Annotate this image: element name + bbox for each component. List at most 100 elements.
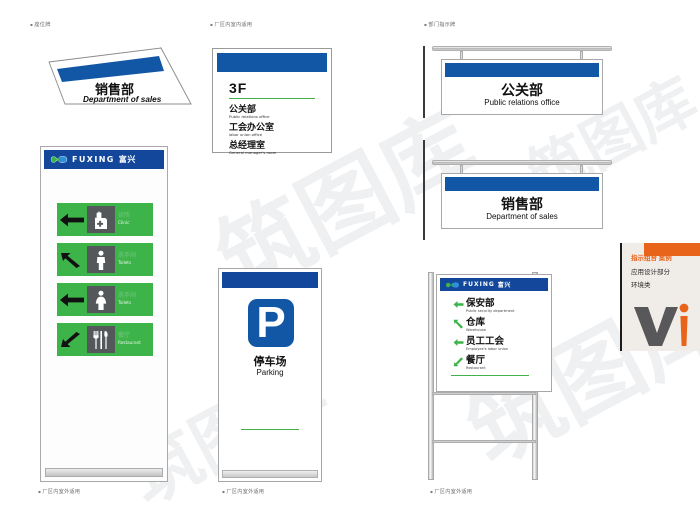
hanging-sign-public-relations: 公关部 Public relations office [423,46,612,118]
parking-label-en: Parking [256,368,284,377]
row-label-en: Public security department [466,309,515,313]
arrow-left-icon [57,212,87,228]
support-post [423,46,425,118]
row-label-en: Restaurant [466,366,486,370]
ceiling-rail [432,160,612,165]
panel-label-en: Clinic [118,220,130,225]
logo-wordmark: FUXING [72,155,115,164]
board-header-band: FUXING 富兴 [440,278,548,291]
panel-label: 洗手间 Toilets [115,293,136,306]
divider [451,375,529,376]
directory-board: FUXING 富兴 保安部 Public security department [436,274,552,392]
logo-wordmark-cn: 富兴 [497,283,511,289]
toilet-man-icon [87,246,115,273]
panel-label: 洗手间 Toilets [115,253,136,266]
divider [241,429,299,430]
caption-outdoor-right: 厂区内室外适用 [430,488,472,495]
arrow-panel-toilets-men: 洗手间 Toilets [57,243,153,276]
fuxing-logo-mark [50,155,68,164]
caption-indoor: 厂区内室内适用 [210,21,252,28]
support-leg-left [428,272,434,480]
brand-logo: FUXING 富兴 [440,278,548,291]
row-label-en: labor union office [229,132,263,137]
row-text: 餐厅 Restaurant [466,356,486,371]
panel-label: 餐厅 Restaurant [115,333,141,346]
arrow-panel-toilets-women: 洗手间 Toilets [57,283,153,316]
row-label-cn: 仓库 [466,317,486,328]
accent-band [644,243,700,256]
parking-symbol-icon: P [248,299,294,347]
vi-card-line3: 环境类 [631,282,651,289]
directory-row: 保安部 Public security department [453,299,515,314]
directory-row: 餐厅 Restaurant [453,356,515,371]
caption-outdoor-mid: 厂区内室外适用 [222,488,264,495]
sign-label-en: Department of sales [486,212,558,221]
sign-panel: 销售部 Department of sales [441,173,603,229]
row-text: 保安部 Public security department [466,299,515,314]
parking-sign-totem: P 停车场 Parking [218,268,322,482]
sign-label-en: Public relations office [484,98,560,107]
panel-label: 诊所 Clinic [115,213,130,226]
panel-label-cn: 餐厅 [118,333,131,339]
arrow-up-left-icon [57,251,87,269]
arrow-down-left-icon [453,356,466,367]
sign-label-cn: 销售部 [501,196,543,212]
sign-header-band [222,272,318,288]
parking-letter: P [256,298,286,347]
directory-row: 总经理室 General manager's room [229,140,321,156]
pylon-header-band: FUXING 富兴 [44,150,164,169]
arrow-left-icon [453,299,466,309]
vi-case-card: 指示组合 案例 应用设计部分 环境类 [620,243,700,351]
row-label-cn: 保安部 [466,298,495,309]
directory-row: 仓库 Warehouse [453,318,515,333]
design-sheet: 筑图库 筑图库 筑图库 筑图库 座位牌 厂区内室内适用 部门指示牌 厂区内室外适… [0,0,700,506]
arrow-left-icon [453,337,466,347]
directory-row: 工会办公室 labor union office [229,122,321,138]
caption-seat-sign: 座位牌 [30,21,51,28]
hanging-sign-sales: 销售部 Department of sales [423,140,612,240]
floor-number: 3F [229,80,248,96]
row-label-cn: 员工工会 [466,336,505,347]
outdoor-post-directory: FUXING 富兴 保安部 Public security department [428,272,560,480]
panel-label-cn: 洗手间 [118,293,137,299]
row-label-cn: 总经理室 [229,140,266,150]
brand-logo: FUXING 富兴 [44,150,164,169]
arrow-left-icon [57,292,87,308]
sign-header-band [445,63,599,77]
sign-header-band [217,53,327,72]
arrow-panel-clinic: 诊所 Clinic [57,203,153,236]
arrow-panel-restaurant: 餐厅 Restaurant [57,323,153,356]
row-label-en: Employee's labor union [466,347,509,351]
arrow-down-left-icon [57,331,87,349]
panel-label-cn: 洗手间 [118,253,137,259]
directory-row: 员工工会 Employee's labor union [453,337,515,352]
parking-label-cn: 停车场 [253,356,287,368]
directory-row-list: 保安部 Public security department 仓库 Wareho… [453,299,515,375]
panel-label-en: Toilets [118,300,132,305]
clinic-hand-cross-icon [87,206,115,233]
row-label-en: Warehouse [466,328,486,332]
arrow-panel-list: 诊所 Clinic 洗手间 Toilets 洗手间 Toilets 餐厅 Res… [57,203,153,363]
restaurant-cutlery-icon [87,326,115,353]
fuxing-logo-mark [445,281,460,289]
logo-wordmark-cn: 富兴 [118,155,136,164]
caption-dept-sign: 部门指示牌 [424,21,455,28]
sign-label-cn: 公关部 [501,82,543,98]
totem-base [222,470,318,478]
indoor-directional-pylon: FUXING 富兴 诊所 Clinic 洗手间 Toilets 洗手间 Toil… [40,146,168,482]
row-label-cn: 工会办公室 [229,122,275,132]
sign-header-band [445,177,599,191]
directory-row: 公关部 Public relations office [229,104,321,120]
divider [229,98,315,99]
row-label-en: Public relations office [229,114,270,119]
toilet-woman-icon [87,286,115,313]
panel-label-en: Restaurant [118,340,141,345]
row-label-cn: 餐厅 [466,355,486,366]
vi-card-line2: 应用设计部分 [631,269,670,276]
logo-wordmark: FUXING [463,281,495,288]
tent-sign-en: Department of sales [83,95,162,104]
arrow-up-left-icon [453,318,466,329]
row-text: 仓库 Warehouse [466,318,486,333]
cross-brace [432,440,536,443]
pylon-base [45,468,163,477]
